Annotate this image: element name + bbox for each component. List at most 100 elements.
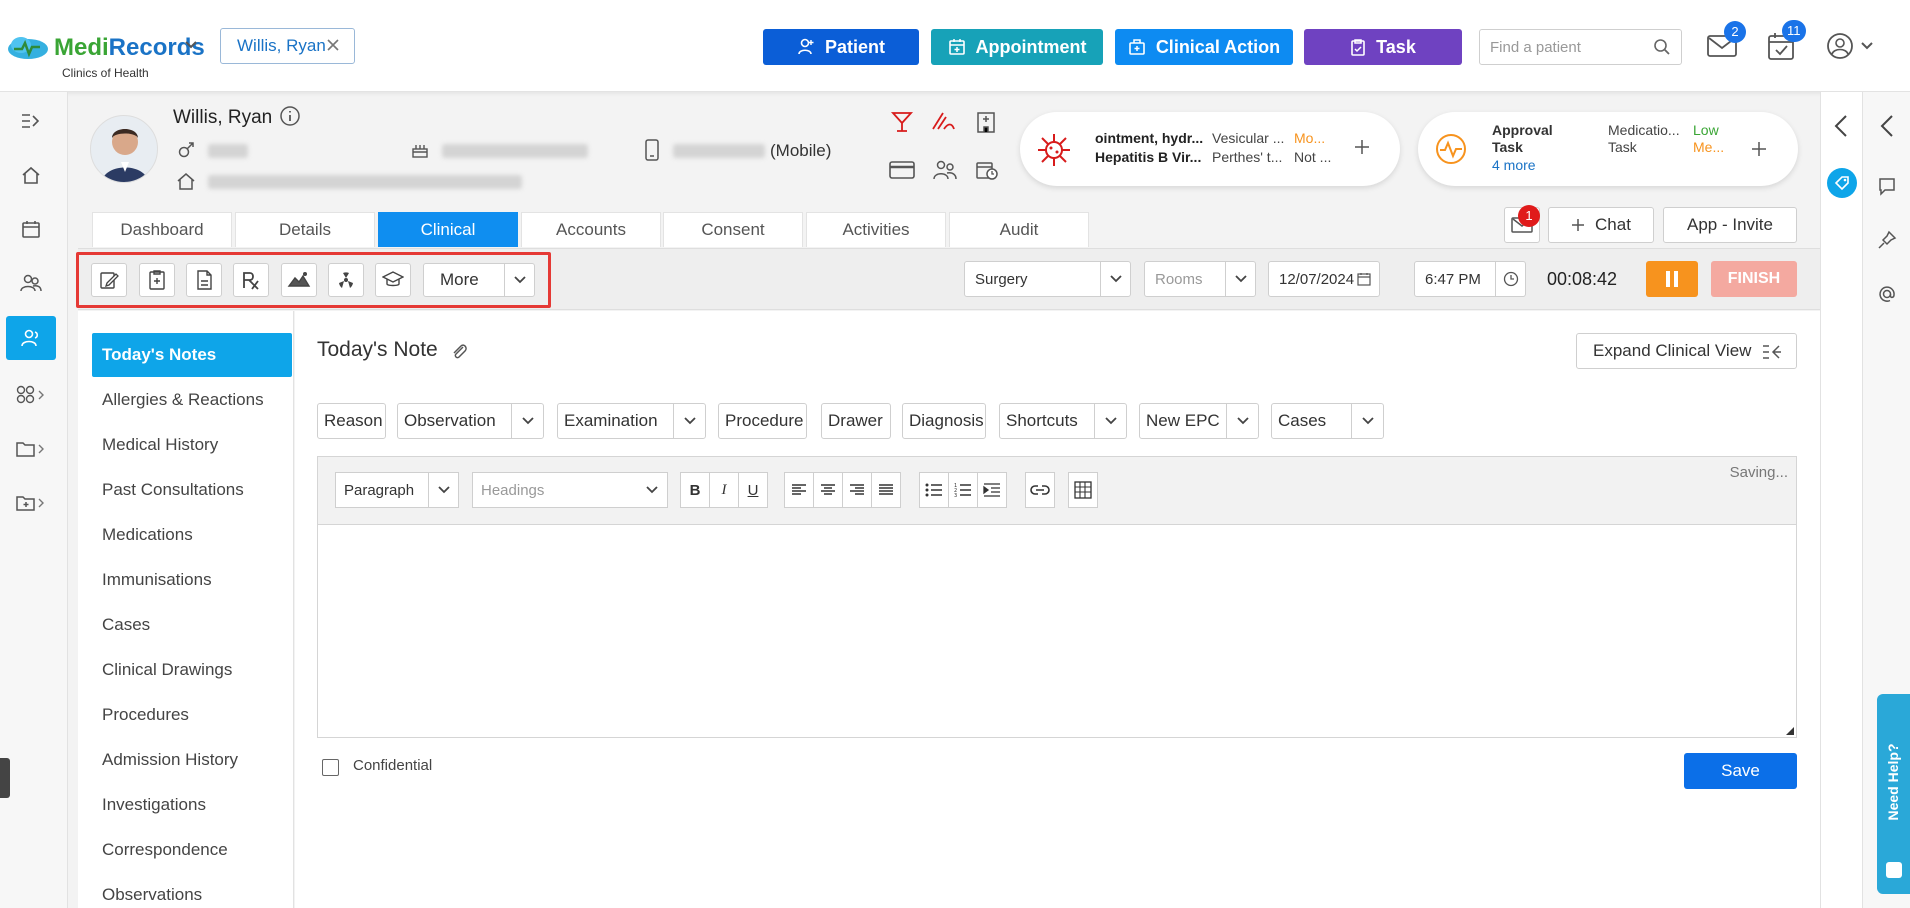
add-task-icon[interactable] <box>1750 140 1768 158</box>
align-left-icon[interactable] <box>784 472 814 508</box>
bold-icon[interactable]: B <box>680 472 710 508</box>
chevron-down-icon[interactable] <box>1094 404 1126 438</box>
user-account-icon[interactable] <box>1826 32 1876 60</box>
calendar-icon[interactable] <box>0 208 62 250</box>
align-justify-icon[interactable] <box>871 472 901 508</box>
time-input[interactable]: 6:47 PM <box>1414 261 1526 297</box>
link-icon[interactable] <box>1025 472 1055 508</box>
patient-button[interactable]: Patient <box>763 29 919 65</box>
table-icon[interactable] <box>1068 472 1098 508</box>
pause-button[interactable] <box>1646 261 1698 297</box>
app-invite-button[interactable]: App - Invite <box>1663 207 1797 243</box>
italic-icon[interactable]: I <box>709 472 739 508</box>
tab-clinical[interactable]: Clinical <box>378 212 518 247</box>
save-button[interactable]: Save <box>1684 753 1797 789</box>
alerts-card[interactable]: ointment, hydr... Vesicular ... Mo... He… <box>1020 112 1400 186</box>
rooms-select[interactable]: Rooms <box>1144 261 1256 297</box>
nav-investigations[interactable]: Investigations <box>92 783 292 827</box>
cases-dropdown[interactable]: Cases <box>1271 403 1384 439</box>
expand-clinical-view-button[interactable]: Expand Clinical View <box>1576 333 1797 369</box>
folder-icon[interactable] <box>0 428 62 470</box>
chevron-down-icon[interactable] <box>184 40 198 50</box>
task-more-link[interactable]: 4 more <box>1492 157 1536 173</box>
finish-button[interactable]: FINISH <box>1711 261 1797 297</box>
contacts-group-icon[interactable] <box>933 159 957 181</box>
nav-todays-notes[interactable]: Today's Notes <box>92 333 292 377</box>
task-button[interactable]: Task <box>1304 29 1462 65</box>
edit-note-icon[interactable] <box>91 263 127 297</box>
tab-audit[interactable]: Audit <box>949 212 1089 247</box>
tab-dashboard[interactable]: Dashboard <box>92 212 232 247</box>
tab-details[interactable]: Details <box>235 212 375 247</box>
clock-icon[interactable] <box>1495 262 1525 296</box>
need-help-tab[interactable]: Need Help? <box>1877 694 1910 894</box>
education-cap-icon[interactable] <box>375 263 411 297</box>
nav-allergies[interactable]: Allergies & Reactions <box>92 378 292 422</box>
tasks-card[interactable]: Approval Task 4 more Medicatio... Task L… <box>1418 112 1798 186</box>
confidential-checkbox[interactable] <box>322 759 339 776</box>
headings-select[interactable]: Headings <box>472 472 668 508</box>
alcohol-glass-icon[interactable] <box>890 110 914 134</box>
tab-activities[interactable]: Activities <box>806 212 946 247</box>
pin-icon[interactable] <box>1877 230 1897 250</box>
nav-medications[interactable]: Medications <box>92 513 292 557</box>
observation-dropdown[interactable]: Observation <box>397 403 544 439</box>
calendar-icon[interactable] <box>1349 262 1379 296</box>
underline-icon[interactable]: U <box>738 472 768 508</box>
info-icon[interactable] <box>279 105 301 127</box>
payment-card-icon[interactable] <box>889 160 915 180</box>
indent-icon[interactable] <box>977 472 1007 508</box>
procedure-button[interactable]: Procedure <box>718 403 807 439</box>
tag-icon[interactable] <box>1827 168 1857 198</box>
nav-medical-history[interactable]: Medical History <box>92 423 292 467</box>
diagnosis-button[interactable]: Diagnosis <box>902 403 986 439</box>
home-icon[interactable] <box>0 154 62 196</box>
patient-record-icon[interactable] <box>6 316 56 360</box>
clinical-action-button[interactable]: Clinical Action <box>1115 29 1293 65</box>
reason-button[interactable]: Reason <box>317 403 386 439</box>
comment-icon[interactable] <box>1877 176 1897 196</box>
modules-icon[interactable] <box>0 374 62 416</box>
resize-handle-icon[interactable] <box>1786 727 1794 735</box>
appointment-button[interactable]: Appointment <box>931 29 1103 65</box>
chevron-down-icon[interactable] <box>673 404 705 438</box>
examination-dropdown[interactable]: Examination <box>557 403 706 439</box>
numbered-list-icon[interactable]: 123 <box>948 472 978 508</box>
nav-clinical-drawings[interactable]: Clinical Drawings <box>92 648 292 692</box>
align-right-icon[interactable] <box>842 472 872 508</box>
nav-immunisations[interactable]: Immunisations <box>92 558 292 602</box>
search-icon[interactable] <box>1653 38 1671 56</box>
nav-observations[interactable]: Observations <box>92 873 292 908</box>
paragraph-select[interactable]: Paragraph <box>335 472 459 508</box>
mention-at-icon[interactable] <box>1877 284 1897 304</box>
drawer-button[interactable]: Drawer <box>821 403 891 439</box>
paperclip-icon[interactable] <box>450 341 468 361</box>
close-icon[interactable] <box>326 38 340 52</box>
chevron-left-icon[interactable] <box>1833 114 1849 138</box>
side-handle[interactable] <box>0 758 10 798</box>
prescription-icon[interactable] <box>233 263 269 297</box>
document-icon[interactable] <box>186 263 222 297</box>
shortcuts-dropdown[interactable]: Shortcuts <box>999 403 1127 439</box>
nav-cases[interactable]: Cases <box>92 603 292 647</box>
location-select[interactable]: Surgery <box>964 261 1131 297</box>
date-input[interactable]: 12/07/2024 <box>1268 261 1380 297</box>
chevron-down-icon[interactable] <box>504 264 534 296</box>
recall-alarm-icon[interactable] <box>975 159 999 181</box>
medical-certificate-icon[interactable] <box>139 263 175 297</box>
nav-past-consultations[interactable]: Past Consultations <box>92 468 292 512</box>
note-text-area[interactable] <box>318 526 1796 736</box>
imaging-icon[interactable] <box>281 263 317 297</box>
chevron-down-icon[interactable] <box>1226 404 1258 438</box>
folder-add-icon[interactable] <box>0 482 62 524</box>
expand-menu-icon[interactable] <box>0 100 62 142</box>
nav-procedures[interactable]: Procedures <box>92 693 292 737</box>
chat-button[interactable]: Chat <box>1548 207 1654 243</box>
open-patient-chip[interactable]: Willis, Ryan <box>220 28 355 64</box>
hospital-building-icon[interactable] <box>975 110 997 134</box>
add-alert-icon[interactable] <box>1353 138 1371 156</box>
chevron-down-icon[interactable] <box>1351 404 1383 438</box>
allergy-alert-icon[interactable] <box>930 109 956 133</box>
tab-consent[interactable]: Consent <box>663 212 803 247</box>
patient-search-input[interactable]: Find a patient <box>1479 29 1682 65</box>
